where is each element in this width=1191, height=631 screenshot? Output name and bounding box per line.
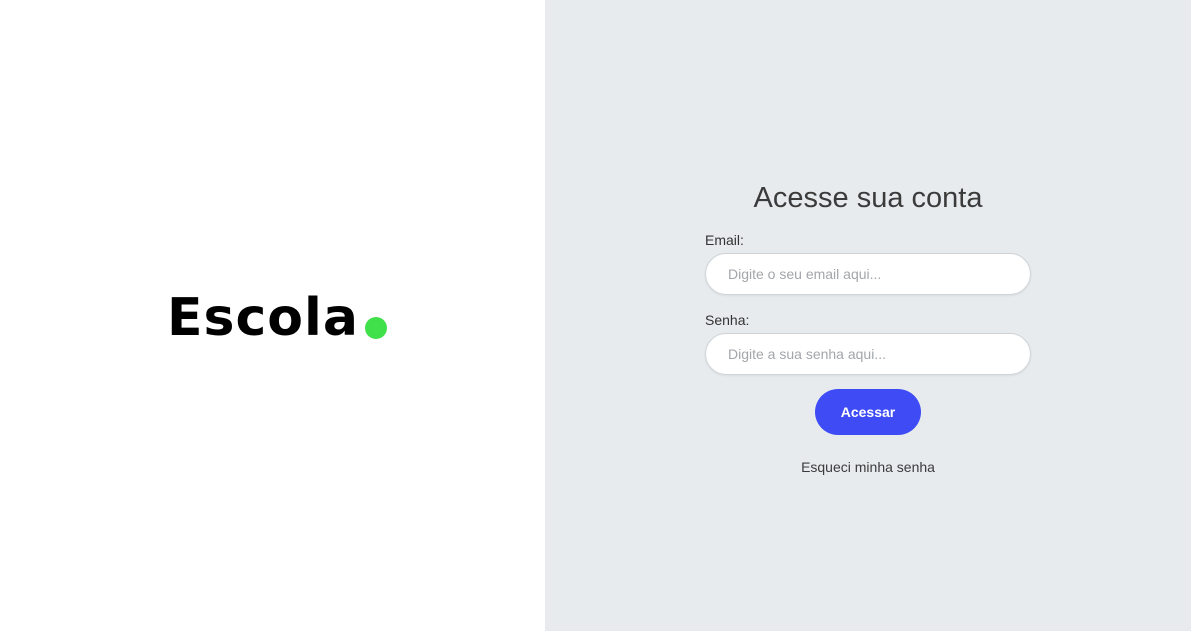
email-label: Email: (705, 232, 744, 248)
logo-dot-icon (364, 317, 387, 339)
form-title: Acesse sua conta (753, 182, 983, 214)
brand-panel: Escola (0, 0, 545, 631)
password-field[interactable] (705, 333, 1031, 375)
login-page: Escola Acesse sua conta Email: Senha: Ac… (0, 0, 1191, 631)
logo: Escola (167, 284, 387, 352)
login-panel: Acesse sua conta Email: Senha: Acessar E… (545, 0, 1191, 631)
password-label: Senha: (705, 312, 750, 328)
submit-button[interactable]: Acessar (815, 389, 921, 435)
forgot-password-link[interactable]: Esqueci minha senha (801, 459, 935, 475)
login-form: Acesse sua conta Email: Senha: Acessar E… (705, 178, 1031, 477)
forgot-row: Esqueci minha senha (705, 459, 1031, 477)
submit-row: Acessar (705, 389, 1031, 435)
email-field[interactable] (705, 253, 1031, 295)
logo-text: Escola (167, 288, 359, 348)
